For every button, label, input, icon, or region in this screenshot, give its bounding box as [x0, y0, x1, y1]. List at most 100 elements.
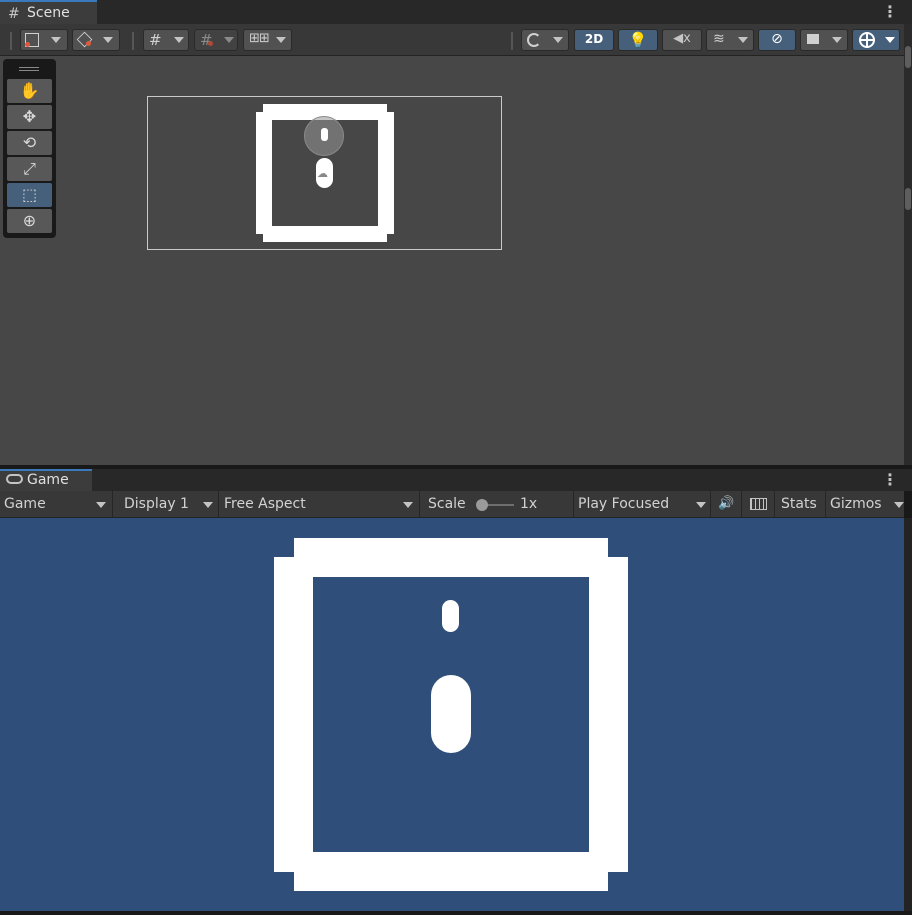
scene-more-options-icon[interactable]: ⋮ — [882, 4, 898, 20]
grid-icon — [750, 498, 767, 510]
gizmos-label: Gizmos — [830, 496, 882, 512]
tools-overlay: ✋ ✥ ⟲ ⤢ ⬚ ⊕ — [3, 59, 56, 238]
game-tab-bar — [0, 469, 912, 491]
game-player-pill — [431, 675, 471, 753]
chevron-down-icon — [553, 37, 563, 43]
gizmo-icon-h — [859, 39, 875, 41]
cloud-gizmo-icon: ☁ — [317, 167, 328, 180]
hand-icon: ✋ — [19, 81, 40, 100]
draw-mode-dropdown[interactable] — [20, 29, 68, 51]
scale-icon: ⤢ — [23, 159, 36, 178]
chevron-down-icon — [696, 502, 706, 508]
transform-tool-button[interactable]: ⊕ — [7, 209, 52, 233]
game-more-options-icon[interactable]: ⋮ — [882, 472, 898, 488]
chevron-down-icon — [276, 37, 286, 43]
shading-mode-dropdown[interactable] — [72, 29, 120, 51]
hand-tool-button[interactable]: ✋ — [7, 79, 52, 103]
chevron-down-icon — [103, 37, 113, 43]
cube-badge-dot — [86, 41, 91, 46]
rotate-tool-button[interactable]: ⟲ — [7, 131, 52, 155]
chevron-down-icon — [224, 37, 234, 43]
box-wall-right — [378, 112, 394, 234]
stats-label: Stats — [781, 496, 817, 512]
game-toolbar: Game Display 1 Free Aspect Scale 1x Play… — [0, 491, 904, 518]
toggle-2d-label: 2D — [584, 32, 604, 46]
scale-slider-handle[interactable] — [476, 499, 488, 511]
box-wall-right — [589, 557, 628, 872]
grid-icon: # — [149, 31, 162, 49]
box-wall-bottom — [263, 226, 387, 242]
grid-snap-dropdown[interactable]: # — [194, 29, 238, 51]
overlay-grip[interactable] — [19, 67, 39, 68]
toolbar-grip[interactable] — [10, 32, 12, 50]
snap-grid-icon: # — [200, 31, 213, 49]
snap-magnet-dot — [208, 41, 213, 46]
play-mode-label: Play Focused — [578, 496, 670, 512]
increment-snap-dropdown[interactable]: ⊞⊞ — [243, 29, 292, 51]
game-tab-label: Game — [27, 472, 69, 488]
display-dropdown[interactable]: Display 1 — [113, 491, 219, 518]
grid-icon: # — [8, 6, 20, 22]
game-viewport[interactable] — [0, 518, 904, 911]
chevron-down-icon — [174, 37, 184, 43]
scene-tab-label: Scene — [27, 5, 70, 21]
scene-scrollbar[interactable] — [904, 24, 912, 465]
tab-game[interactable]: Game — [0, 469, 92, 491]
aspect-dropdown[interactable]: Free Aspect — [219, 491, 420, 518]
rect-tool-button[interactable]: ⬚ — [7, 183, 52, 207]
chevron-down-icon — [403, 502, 413, 508]
chevron-down-icon — [51, 37, 61, 43]
camera-icon — [807, 34, 819, 44]
chevron-down-icon — [885, 37, 895, 43]
game-small-pill — [442, 600, 459, 632]
overlay-grip[interactable] — [19, 70, 39, 71]
toolbar-grip[interactable] — [511, 32, 513, 50]
effects-dropdown[interactable]: ≋ — [706, 29, 754, 51]
gizmos-dropdown[interactable] — [852, 29, 900, 51]
box-wall-left — [274, 557, 313, 872]
game-mode-dropdown[interactable]: Game — [0, 491, 113, 518]
play-mode-dropdown[interactable]: Play Focused — [574, 491, 711, 518]
draw-mode-dot — [25, 42, 30, 47]
box-wall-bottom — [294, 852, 608, 891]
scale-label: Scale — [428, 496, 466, 512]
speaker-icon: 🔊 — [718, 496, 735, 511]
box-wall-top — [294, 538, 608, 577]
stats-toggle[interactable]: Stats — [775, 491, 826, 518]
scale-control: Scale 1x — [420, 491, 574, 518]
mute-icon: ◀x — [673, 31, 691, 46]
lighting-toggle-button[interactable]: 💡 — [618, 29, 658, 51]
scene-view-mode-dropdown[interactable] — [521, 29, 569, 51]
chevron-down-icon — [832, 37, 842, 43]
stats-grid-toggle[interactable] — [742, 491, 775, 518]
grid-visibility-dropdown[interactable]: # — [143, 29, 189, 51]
eye-hidden-icon: ⊘ — [771, 31, 783, 47]
move-tool-button[interactable]: ✥ — [7, 105, 52, 129]
mute-audio-toggle[interactable]: 🔊 — [711, 491, 742, 518]
box-wall-left — [256, 112, 272, 234]
move-icon: ✥ — [22, 107, 37, 126]
window-bottom-edge — [0, 911, 912, 915]
audio-toggle-button[interactable]: ◀x — [662, 29, 702, 51]
scene-scrollbar-thumb[interactable] — [905, 188, 911, 210]
tab-scene[interactable]: # Scene — [0, 0, 97, 24]
scene-visibility-toggle[interactable]: ⊘ — [758, 29, 796, 51]
toggle-2d-button[interactable]: 2D — [574, 29, 614, 51]
lightbulb-icon: 💡 — [628, 31, 648, 49]
rotate-icon: ⟲ — [22, 133, 37, 152]
rect-transform-icon: ⬚ — [21, 185, 38, 204]
game-mode-label: Game — [4, 496, 46, 512]
chevron-down-icon — [203, 502, 213, 508]
scene-small-pill[interactable] — [321, 128, 328, 141]
scene-scrollbar-thumb[interactable] — [905, 46, 911, 68]
scene-toolbar: # # ⊞⊞ 2D 💡 ◀x ≋ ⊘ — [0, 24, 904, 56]
chevron-down-icon — [738, 37, 748, 43]
scale-tool-button[interactable]: ⤢ — [7, 157, 52, 181]
scene-camera-dropdown[interactable] — [800, 29, 848, 51]
transform-icon: ⊕ — [22, 211, 37, 230]
aspect-label: Free Aspect — [224, 496, 306, 512]
gizmos-toggle[interactable]: Gizmos — [826, 491, 904, 518]
scale-value: 1x — [520, 496, 538, 512]
display-label: Display 1 — [124, 496, 189, 512]
layers-icon: ≋ — [713, 31, 725, 47]
